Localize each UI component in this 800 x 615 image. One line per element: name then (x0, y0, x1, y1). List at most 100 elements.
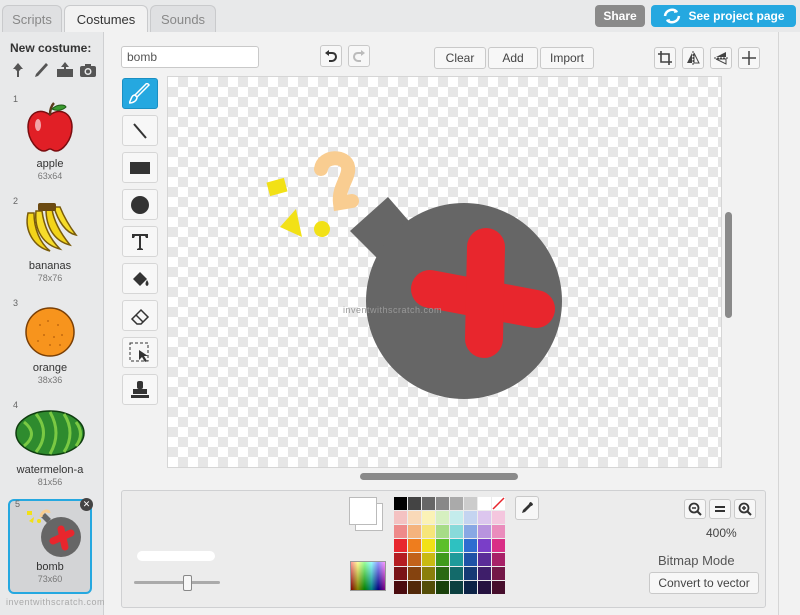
color-swatch[interactable] (408, 567, 421, 580)
color-swatch[interactable] (450, 539, 463, 552)
color-swatch[interactable] (422, 511, 435, 524)
color-swatch[interactable] (436, 497, 449, 510)
camera-icon[interactable] (79, 62, 96, 78)
color-swatch[interactable] (450, 497, 463, 510)
choose-from-library-icon[interactable] (10, 62, 26, 78)
color-swatch[interactable] (450, 553, 463, 566)
crop-button[interactable] (654, 47, 676, 69)
paint-brush-icon[interactable] (33, 62, 49, 78)
color-spectrum-button[interactable] (350, 561, 386, 591)
brush-tool[interactable] (122, 78, 158, 109)
rectangle-tool[interactable] (122, 152, 158, 183)
color-swatch[interactable] (492, 567, 505, 580)
see-project-page-button[interactable]: See project page (651, 5, 796, 27)
costume-item-orange[interactable]: 3 orange 38x36 (8, 298, 92, 386)
color-swatch[interactable] (422, 525, 435, 538)
color-swatch[interactable] (394, 567, 407, 580)
brush-size-slider-handle[interactable] (183, 575, 192, 591)
color-swatch[interactable] (492, 581, 505, 594)
import-button[interactable]: Import (540, 47, 594, 69)
color-swatch[interactable] (408, 511, 421, 524)
clear-button[interactable]: Clear (434, 47, 486, 69)
color-palette[interactable] (394, 497, 509, 594)
add-button[interactable]: Add (488, 47, 538, 69)
eyedropper-button[interactable] (515, 496, 539, 520)
color-swatch[interactable] (408, 581, 421, 594)
color-swatch[interactable] (422, 553, 435, 566)
color-swatch[interactable] (478, 539, 491, 552)
color-swatch[interactable] (436, 581, 449, 594)
color-swatch[interactable] (422, 567, 435, 580)
color-swatch[interactable] (464, 511, 477, 524)
ellipse-tool[interactable] (122, 189, 158, 220)
transparent-color-swatch[interactable] (492, 497, 505, 510)
tab-scripts[interactable]: Scripts (2, 5, 62, 32)
text-tool[interactable] (122, 226, 158, 257)
fill-tool[interactable] (122, 263, 158, 294)
color-swatch[interactable] (492, 511, 505, 524)
zoom-in-button[interactable] (734, 499, 756, 519)
color-swatch[interactable] (408, 497, 421, 510)
page-scrollbar[interactable] (778, 32, 800, 615)
color-swatch[interactable] (478, 525, 491, 538)
eraser-tool[interactable] (122, 300, 158, 331)
share-button[interactable]: Share (595, 5, 645, 27)
undo-button[interactable] (320, 45, 342, 67)
stamp-tool[interactable] (122, 374, 158, 405)
color-swatch[interactable] (450, 581, 463, 594)
color-swatch[interactable] (464, 567, 477, 580)
color-swatch[interactable] (492, 525, 505, 538)
color-swatch[interactable] (478, 511, 491, 524)
brush-size-slider[interactable] (134, 581, 220, 584)
convert-to-vector-button[interactable]: Convert to vector (649, 572, 759, 594)
color-swatch[interactable] (394, 525, 407, 538)
color-swatch[interactable] (464, 525, 477, 538)
costume-item-watermelon-a[interactable]: 4 watermelon-a 81x56 (8, 400, 92, 488)
color-swatch[interactable] (408, 553, 421, 566)
color-swatch[interactable] (394, 553, 407, 566)
color-swatch[interactable] (478, 553, 491, 566)
color-swatch[interactable] (464, 539, 477, 552)
color-swatch[interactable] (450, 567, 463, 580)
color-swatch[interactable] (394, 497, 407, 510)
color-swatch[interactable] (436, 525, 449, 538)
horizontal-scrollbar[interactable] (167, 471, 722, 481)
color-swatch[interactable] (464, 497, 477, 510)
color-swatch[interactable] (394, 539, 407, 552)
color-swatch[interactable] (464, 553, 477, 566)
select-tool[interactable] (122, 337, 158, 368)
redo-button[interactable] (348, 45, 370, 67)
costume-item-bananas[interactable]: 2 bananas 78x76 (8, 196, 92, 284)
color-swatch[interactable] (492, 539, 505, 552)
tab-costumes[interactable]: Costumes (64, 5, 148, 33)
color-swatch[interactable] (478, 581, 491, 594)
upload-icon[interactable] (56, 62, 73, 78)
color-swatch[interactable] (436, 567, 449, 580)
costume-item-bomb[interactable]: 5 ✕ bomb 73x60 (8, 498, 93, 594)
set-center-button[interactable] (738, 47, 760, 69)
horizontal-scroll-thumb[interactable] (360, 473, 518, 480)
color-swatch[interactable] (450, 525, 463, 538)
costume-name-input[interactable] (121, 46, 259, 68)
line-tool[interactable] (122, 115, 158, 146)
color-swatch[interactable] (436, 539, 449, 552)
drawing-canvas[interactable]: inventwithscratch.com (167, 76, 722, 468)
flip-horizontal-button[interactable] (682, 47, 704, 69)
vertical-scrollbar[interactable] (724, 76, 734, 468)
vertical-scroll-thumb[interactable] (725, 212, 732, 318)
costume-item-apple[interactable]: 1 apple 63x64 (8, 94, 92, 182)
color-swatch[interactable] (436, 511, 449, 524)
color-swatch[interactable] (394, 511, 407, 524)
color-swatch[interactable] (408, 539, 421, 552)
color-swatch[interactable] (394, 581, 407, 594)
color-swatch[interactable] (450, 511, 463, 524)
primary-color-swatch[interactable] (349, 497, 377, 525)
color-swatch[interactable] (436, 553, 449, 566)
color-swatch[interactable] (422, 497, 435, 510)
tab-sounds[interactable]: Sounds (150, 5, 216, 32)
color-swatch[interactable] (422, 581, 435, 594)
color-swatch[interactable] (478, 497, 491, 510)
delete-costume-icon[interactable]: ✕ (80, 498, 93, 511)
zoom-reset-button[interactable] (709, 499, 731, 519)
color-swatch[interactable] (478, 567, 491, 580)
